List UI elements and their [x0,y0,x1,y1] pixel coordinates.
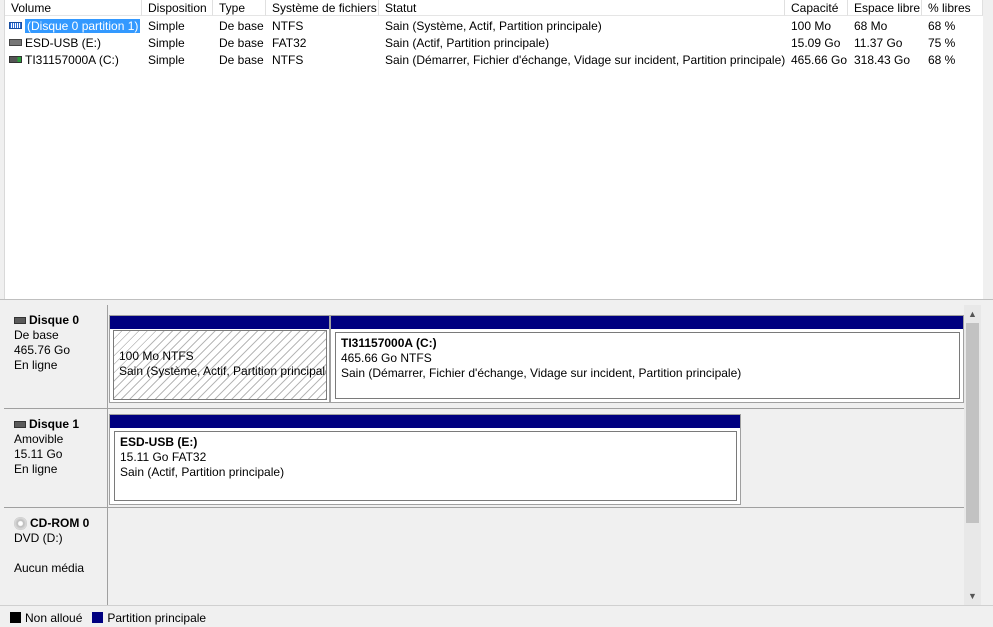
disk-label-cdrom-0[interactable]: CD-ROM 0 DVD (D:) Aucun média [4,508,108,605]
volume-disposition: Simple [148,19,185,33]
disk-size: 465.76 Go [14,343,71,357]
volume-status: Sain (Démarrer, Fichier d'échange, Vidag… [385,53,785,67]
legend-item-unallocated: Non alloué [10,611,82,625]
column-header-volume[interactable]: Volume [5,0,142,16]
volume-list-scrollbar[interactable] [983,0,993,299]
column-header-filesystem[interactable]: Système de fichiers [266,0,379,16]
disk-size: 15.11 Go [14,447,63,461]
volume-row[interactable]: ESD-USB (E:) Simple De base FAT32 Sain (… [5,35,983,52]
partition-status: Sain (Actif, Partition principale) [120,465,285,479]
volume-disposition: Simple [148,53,185,67]
disk-name: Disque 0 [29,313,80,327]
partition-bar [110,316,329,329]
partition-title: TI31157000A (C:) [341,336,437,350]
column-header-percent-free[interactable]: % libres [922,0,983,16]
volume-disposition: Simple [148,36,185,50]
partition-body: ESD-USB (E:) 15.11 Go FAT32 Sain (Actif,… [114,431,737,501]
disk-name: Disque 1 [29,417,80,431]
disk-area-disque-0: 100 Mo NTFS Sain (Système, Actif, Partit… [108,305,964,409]
scroll-up-arrow-icon[interactable]: ▲ [968,309,977,319]
partition-disque-0-c[interactable]: TI31157000A (C:) 465.66 Go NTFS Sain (Dé… [330,315,964,403]
disk-name: CD-ROM 0 [30,516,90,530]
partition-status: Sain (Système, Actif, Partition principa… [119,364,327,378]
scrollbar-thumb[interactable] [966,323,979,523]
volume-filesystem: FAT32 [272,36,307,50]
volume-filesystem: NTFS [272,53,304,67]
volume-free-space: 318.43 Go [854,53,911,67]
partition-body: TI31157000A (C:) 465.66 Go NTFS Sain (Dé… [335,332,960,399]
volume-free-space: 11.37 Go [854,36,903,50]
disk-kind: De base [14,328,59,342]
volume-name: TI31157000A (C:) [25,53,119,67]
partition-title: ESD-USB (E:) [120,435,198,449]
partition-body: 100 Mo NTFS Sain (Système, Actif, Partit… [113,330,327,400]
partition-size: 100 Mo NTFS [119,349,194,363]
partition-size: 15.11 Go FAT32 [120,450,207,464]
volume-status: Sain (Actif, Partition principale) [385,36,550,50]
volume-filesystem: NTFS [272,19,304,33]
legend-swatch [92,612,104,623]
column-header-free-space[interactable]: Espace libre [848,0,922,16]
disk-view: Disque 0 De base 465.76 Go En ligne 100 … [4,305,964,605]
volume-type: De base [219,19,264,33]
volume-row[interactable]: TI31157000A (C:) Simple De base NTFS Sai… [5,52,983,69]
legend-label: Partition principale [107,610,207,625]
column-header-capacity[interactable]: Capacité [785,0,848,16]
legend-label: Non alloué [25,610,83,625]
volume-name: (Disque 0 partition 1) [25,19,141,33]
column-header-type[interactable]: Type [213,0,266,16]
disk-area-disque-1: ESD-USB (E:) 15.11 Go FAT32 Sain (Actif,… [108,409,964,508]
volume-type: De base [219,53,264,67]
column-header-status[interactable]: Statut [379,0,785,16]
disk-state: Aucun média [14,561,85,575]
disk-label-disque-1[interactable]: Disque 1 Amovible 15.11 Go En ligne [4,409,108,508]
disk-state: En ligne [14,358,58,372]
column-header-disposition[interactable]: Disposition [142,0,213,16]
disk-icon [14,317,26,324]
partition-disque-1-e[interactable]: ESD-USB (E:) 15.11 Go FAT32 Sain (Actif,… [109,414,741,505]
volume-percent-free: 68 % [928,19,956,33]
disk-label-disque-0[interactable]: Disque 0 De base 465.76 Go En ligne [4,305,108,409]
volume-capacity: 15.09 Go [791,36,841,50]
partition-bar [331,316,963,329]
partition-bar [110,415,740,428]
legend: Non alloué Partition principale [0,605,993,627]
disk-state: En ligne [14,462,58,476]
partition-disque-0-system[interactable]: 100 Mo NTFS Sain (Système, Actif, Partit… [109,315,330,403]
cd-rom-icon [14,517,27,530]
volume-list: Volume Disposition Type Système de fichi… [4,0,984,300]
volume-capacity: 465.66 Go [791,53,848,67]
volume-status: Sain (Système, Actif, Partition principa… [385,19,602,33]
volume-type: De base [219,36,264,50]
partition-size: 465.66 Go NTFS [341,351,432,365]
legend-item-primary-partition: Partition principale [92,611,206,625]
volume-percent-free: 68 % [928,53,956,67]
volume-row[interactable]: (Disque 0 partition 1) Simple De base NT… [5,18,983,35]
scroll-down-arrow-icon[interactable]: ▼ [968,591,977,601]
volume-percent-free: 75 % [928,36,956,50]
disk-icon [14,421,26,428]
volume-capacity: 100 Mo [791,19,832,33]
legend-swatch [10,612,21,623]
volume-name: ESD-USB (E:) [25,36,102,50]
partition-status: Sain (Démarrer, Fichier d'échange, Vidag… [341,366,742,380]
disk-view-scrollbar[interactable]: ▲ ▼ [964,305,981,605]
disk-kind: Amovible [14,432,64,446]
volume-free-space: 68 Mo [854,19,888,33]
disk-area-cdrom-0 [108,508,964,605]
disk-kind: DVD (D:) [14,531,63,545]
